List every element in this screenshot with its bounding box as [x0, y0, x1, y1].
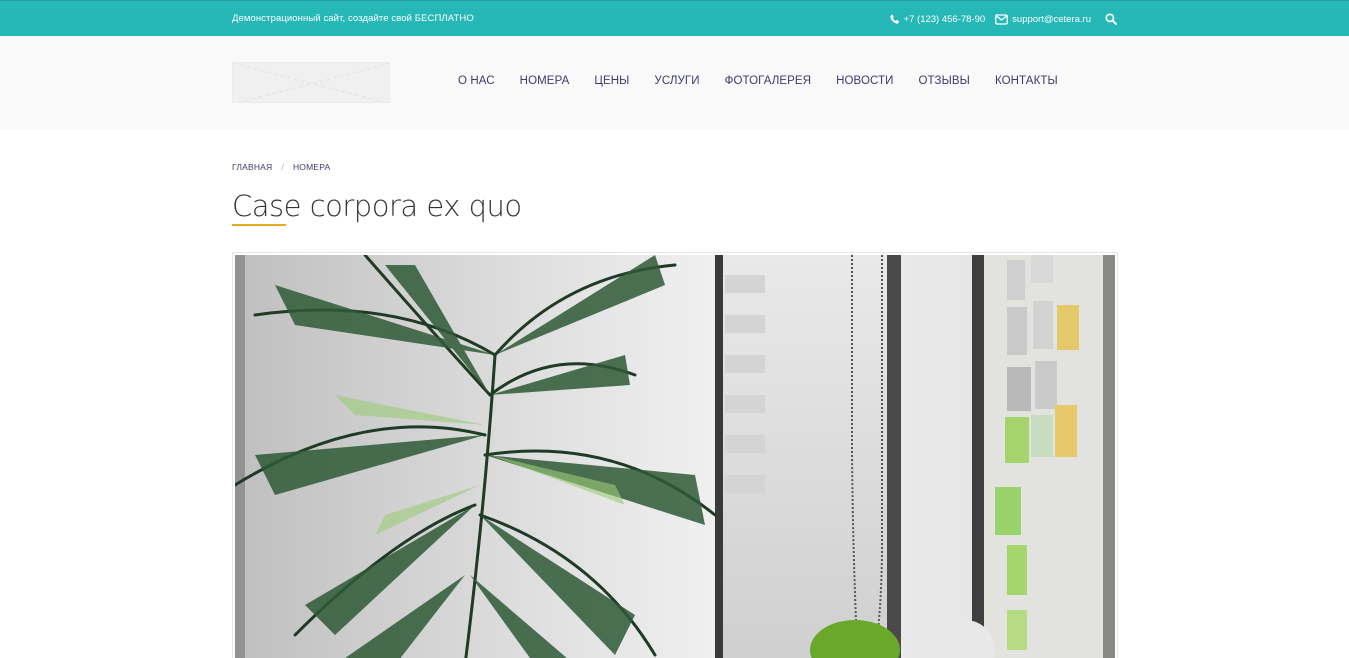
- room-photo-frame: [232, 252, 1118, 658]
- nav-item-contacts[interactable]: КОНТАКТЫ: [995, 75, 1058, 87]
- site-header: О НАС НОМЕРА ЦЕНЫ УСЛУГИ ФОТОГАЛЕРЕЯ НОВ…: [0, 36, 1349, 129]
- promo-text[interactable]: Демонстрационный сайт, создайте свой БЕС…: [232, 13, 474, 24]
- page-title: Case corpora ex quo: [232, 189, 522, 223]
- email-address: support@cetera.ru: [1012, 13, 1091, 25]
- nav-item-rooms[interactable]: НОМЕРА: [520, 75, 570, 87]
- phone-icon: [889, 14, 900, 25]
- email-contact[interactable]: support@cetera.ru: [995, 14, 1091, 25]
- main-nav: О НАС НОМЕРА ЦЕНЫ УСЛУГИ ФОТОГАЛЕРЕЯ НОВ…: [458, 75, 1058, 87]
- nav-item-about[interactable]: О НАС: [458, 75, 495, 87]
- top-bar: Демонстрационный сайт, создайте свой БЕС…: [0, 0, 1349, 36]
- breadcrumb-current[interactable]: НОМЕРА: [293, 162, 330, 172]
- room-photo[interactable]: [235, 255, 1115, 658]
- nav-item-gallery[interactable]: ФОТОГАЛЕРЕЯ: [725, 75, 812, 87]
- search-icon[interactable]: [1105, 13, 1117, 25]
- logo-placeholder[interactable]: [232, 62, 390, 103]
- breadcrumb: ГЛАВНАЯ / НОМЕРА: [232, 162, 330, 172]
- nav-item-reviews[interactable]: ОТЗЫВЫ: [919, 75, 970, 87]
- phone-number: +7 (123) 456-78-90: [903, 13, 986, 25]
- envelope-icon: [995, 13, 1009, 25]
- contacts: +7 (123) 456-78-90 support@cetera.ru: [889, 11, 1117, 27]
- phone-contact[interactable]: +7 (123) 456-78-90: [889, 13, 986, 25]
- nav-item-prices[interactable]: ЦЕНЫ: [594, 75, 629, 87]
- breadcrumb-separator: /: [281, 162, 284, 172]
- nav-item-news[interactable]: НОВОСТИ: [836, 75, 893, 87]
- title-underline: [232, 224, 286, 226]
- breadcrumb-home[interactable]: ГЛАВНАЯ: [232, 162, 272, 172]
- nav-item-services[interactable]: УСЛУГИ: [654, 75, 699, 87]
